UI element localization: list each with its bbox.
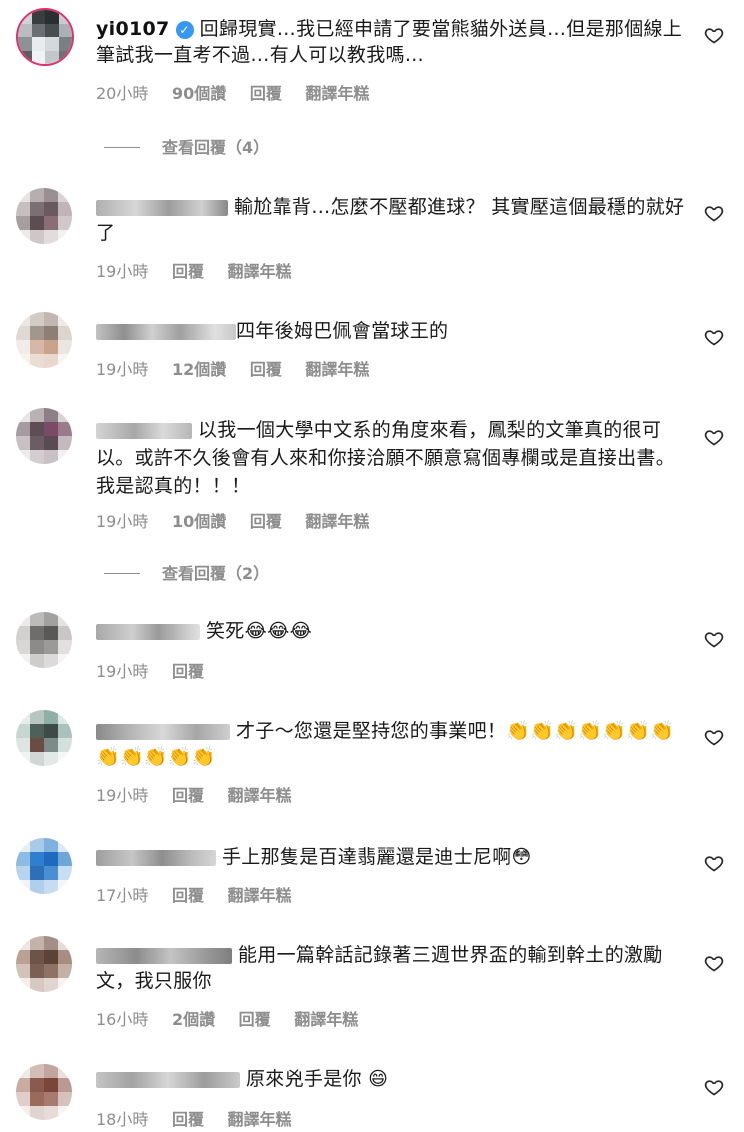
comment-meta: 19小時 回覆 (96, 658, 222, 682)
comment-text: 手上那隻是百達翡麗還是迪士尼啊😳 (96, 844, 686, 870)
heart-outline-icon[interactable] (704, 327, 724, 347)
avatar[interactable] (16, 312, 72, 368)
timestamp: 19小時 (96, 662, 149, 681)
comment-text: 原來兇手是你 😄 (96, 1066, 686, 1092)
comment-body: 笑死😂😂😂 (206, 620, 313, 642)
comment-meta: 19小時 12個讚 回覆 翻譯年糕 (96, 356, 387, 380)
translate-button[interactable]: 翻譯年糕 (228, 1110, 292, 1129)
heart-outline-icon[interactable] (704, 203, 724, 223)
likes-count[interactable]: 90個讚 (172, 84, 226, 103)
avatar[interactable] (16, 8, 74, 66)
reply-button[interactable]: 回覆 (172, 886, 204, 905)
comment-text: 四年後姆巴佩會當球王的 (96, 318, 686, 344)
timestamp: 16小時 (96, 1010, 149, 1029)
username-blurred[interactable] (96, 948, 232, 964)
username-blurred[interactable] (96, 324, 236, 340)
reply-button[interactable]: 回覆 (250, 84, 282, 103)
timestamp: 19小時 (96, 262, 149, 281)
heart-outline-icon[interactable] (704, 853, 724, 873)
avatar[interactable] (16, 1064, 72, 1120)
view-replies-button[interactable]: 查看回覆（2） (104, 560, 269, 584)
timestamp: 19小時 (96, 512, 149, 531)
username[interactable]: yi0107 (96, 18, 170, 40)
reply-button[interactable]: 回覆 (250, 360, 282, 379)
comment-body: 四年後姆巴佩會當球王的 (236, 320, 449, 342)
translate-button[interactable]: 翻譯年糕 (228, 786, 292, 805)
heart-outline-icon[interactable] (704, 1077, 724, 1097)
translate-button[interactable]: 翻譯年糕 (305, 360, 369, 379)
divider (104, 573, 140, 574)
avatar[interactable] (16, 612, 72, 668)
comment-meta: 20小時 90個讚 回覆 翻譯年糕 (96, 80, 387, 104)
avatar[interactable] (16, 710, 72, 766)
reply-button[interactable]: 回覆 (172, 786, 204, 805)
heart-outline-icon[interactable] (704, 629, 724, 649)
reply-button[interactable]: 回覆 (239, 1010, 271, 1029)
verified-badge-icon: ✓ (175, 21, 194, 39)
translate-button[interactable]: 翻譯年糕 (305, 84, 369, 103)
likes-count[interactable]: 12個讚 (172, 360, 226, 379)
comment-text: 以我一個大學中文系的角度來看，鳳梨的文筆真的很可以。或許不久後會有人來和你接洽願… (96, 416, 686, 500)
timestamp: 19小時 (96, 360, 149, 379)
avatar[interactable] (16, 188, 72, 244)
comment-text: yi0107 ✓ 回歸現實…我已經申請了要當熊貓外送員…但是那個線上筆試我一直考不過… (96, 16, 686, 68)
timestamp: 18小時 (96, 1110, 149, 1129)
username-blurred[interactable] (96, 423, 192, 439)
avatar[interactable] (16, 408, 72, 464)
comment-body: 原來兇手是你 😄 (246, 1068, 389, 1090)
reply-button[interactable]: 回覆 (172, 1110, 204, 1129)
translate-button[interactable]: 翻譯年糕 (294, 1010, 358, 1029)
timestamp: 20小時 (96, 84, 149, 103)
username-blurred[interactable] (96, 850, 216, 866)
divider (104, 147, 140, 148)
likes-count[interactable]: 10個讚 (172, 512, 226, 531)
reply-button[interactable]: 回覆 (250, 512, 282, 531)
comment-meta: 19小時 10個讚 回覆 翻譯年糕 (96, 508, 387, 532)
heart-outline-icon[interactable] (704, 427, 724, 447)
comment-body: 手上那隻是百達翡麗還是迪士尼啊😳 (222, 846, 532, 868)
username-blurred[interactable] (96, 724, 230, 740)
timestamp: 17小時 (96, 886, 149, 905)
likes-count[interactable]: 2個讚 (172, 1010, 215, 1029)
comment-text: 笑死😂😂😂 (96, 618, 686, 644)
heart-outline-icon[interactable] (704, 727, 724, 747)
username-blurred[interactable] (96, 200, 228, 216)
translate-button[interactable]: 翻譯年糕 (228, 886, 292, 905)
comment-meta: 19小時 回覆 翻譯年糕 (96, 782, 310, 806)
comment-meta: 17小時 回覆 翻譯年糕 (96, 882, 310, 906)
reply-button[interactable]: 回覆 (172, 662, 204, 681)
username-blurred[interactable] (96, 1072, 240, 1088)
translate-button[interactable]: 翻譯年糕 (228, 262, 292, 281)
username-blurred[interactable] (96, 624, 200, 640)
avatar[interactable] (16, 936, 72, 992)
avatar[interactable] (16, 838, 72, 894)
comment-meta: 16小時 2個讚 回覆 翻譯年糕 (96, 1006, 376, 1030)
view-replies-button[interactable]: 查看回覆（4） (104, 134, 269, 158)
comment-meta: 18小時 回覆 翻譯年糕 (96, 1106, 310, 1130)
comment-meta: 19小時 回覆 翻譯年糕 (96, 258, 310, 282)
comment-text: 才子～您還是堅持您的事業吧！👏👏👏👏👏👏👏👏👏👏👏👏 (96, 718, 686, 770)
reply-button[interactable]: 回覆 (172, 262, 204, 281)
heart-outline-icon[interactable] (704, 953, 724, 973)
view-replies-label: 查看回覆（4） (162, 138, 270, 157)
view-replies-label: 查看回覆（2） (162, 564, 270, 583)
heart-outline-icon[interactable] (704, 25, 724, 45)
translate-button[interactable]: 翻譯年糕 (305, 512, 369, 531)
timestamp: 19小時 (96, 786, 149, 805)
comment-text: 能用一篇幹話記錄著三週世界盃的輸到幹土的激勵文，我只服你 (96, 942, 686, 994)
comment-text: 輸尬靠背…怎麼不壓都進球？ 其實壓這個最穩的就好了 (96, 194, 686, 246)
